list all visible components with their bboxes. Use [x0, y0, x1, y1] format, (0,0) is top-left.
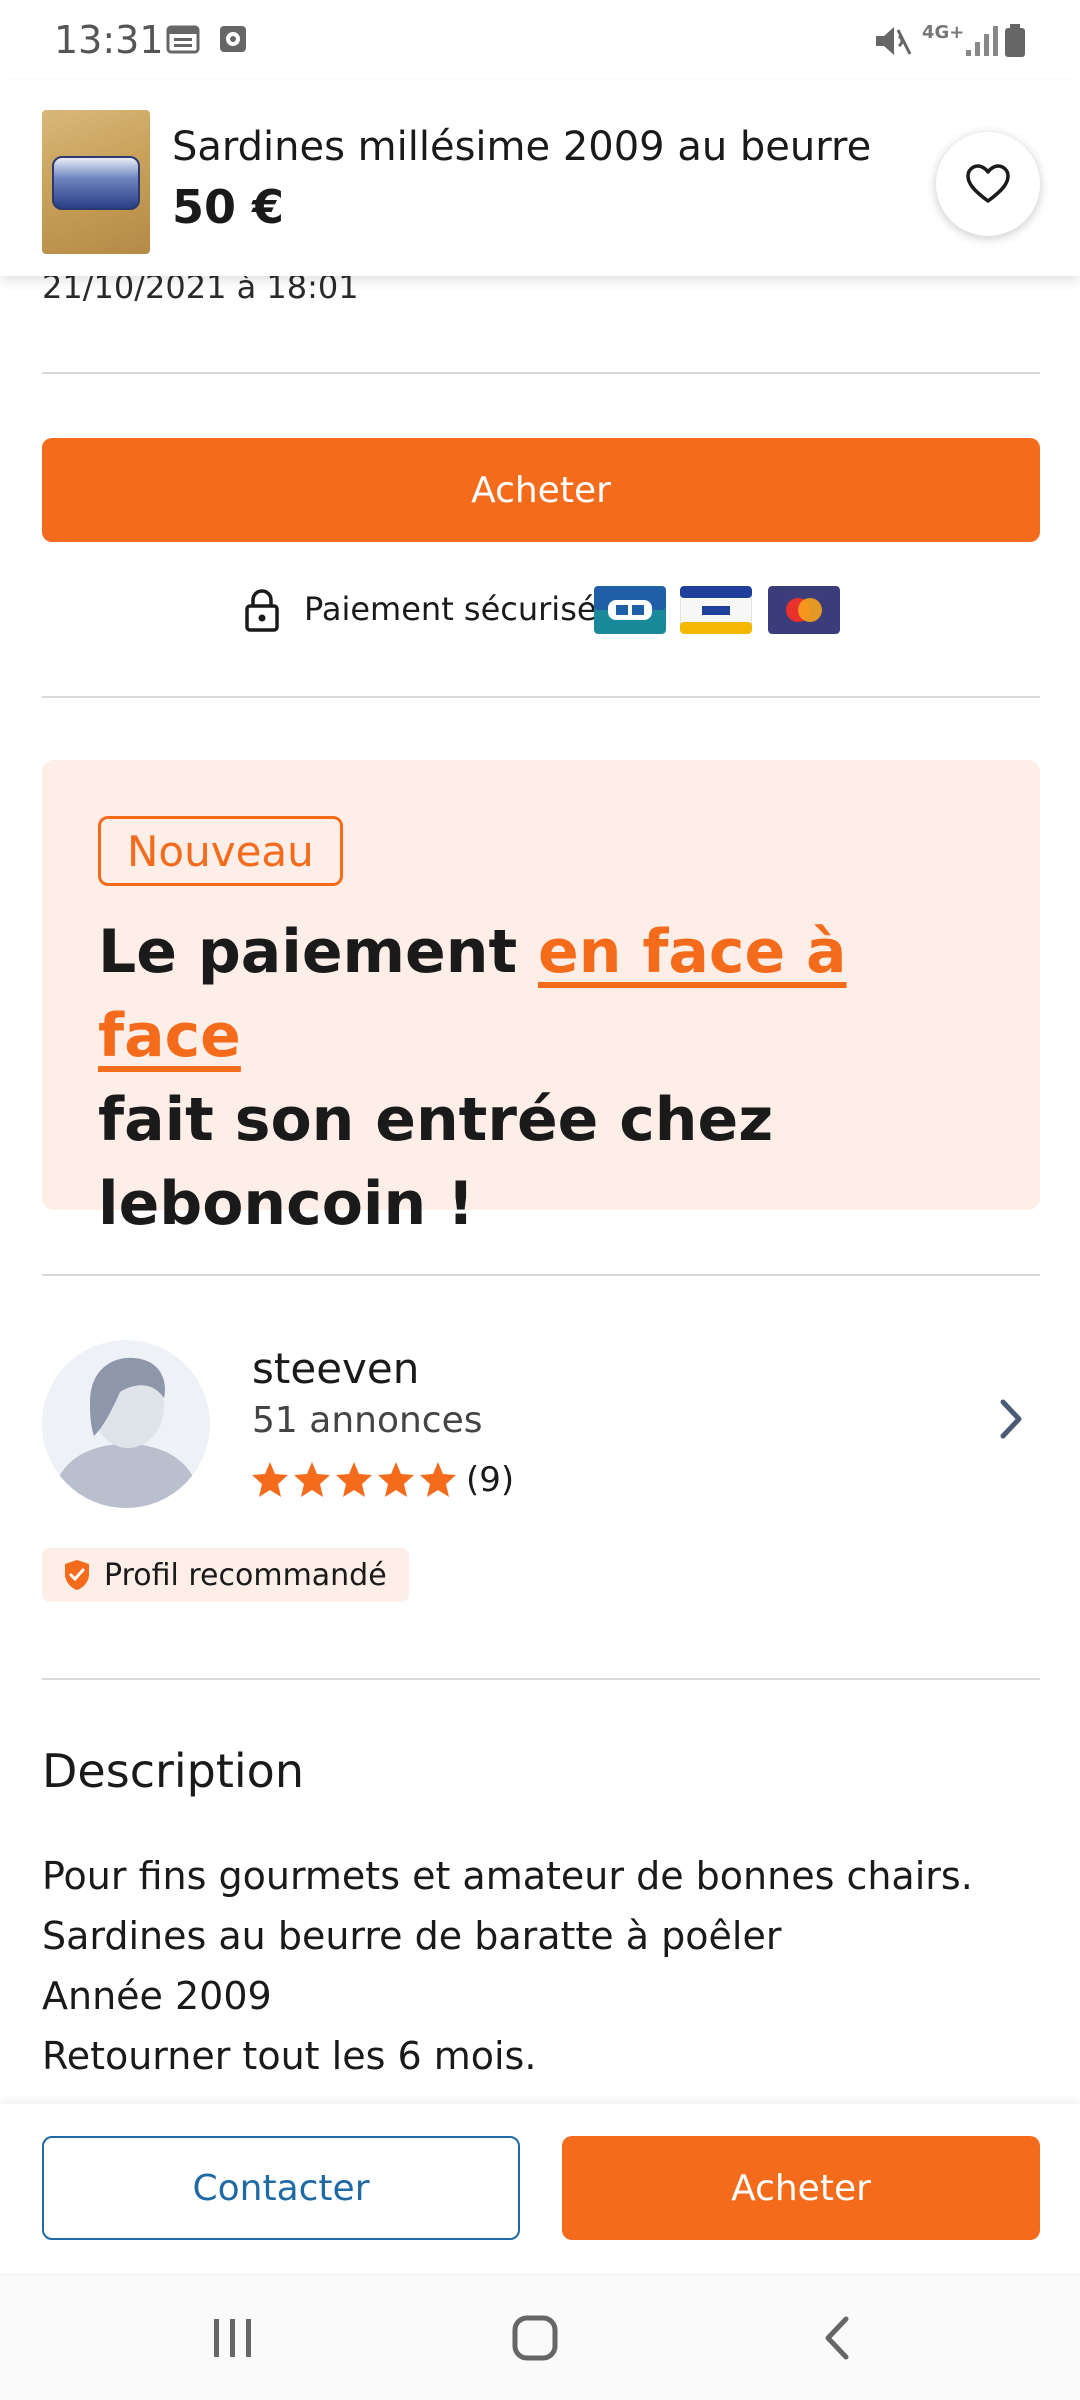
description-line: Sardines au beurre de baratte à poêler [42, 1914, 782, 1958]
heart-icon [966, 164, 1010, 203]
mute-icon [876, 27, 912, 55]
bottom-action-bar: Contacter Acheter [0, 2104, 1080, 2274]
divider [42, 372, 1040, 374]
listing-header: Sardines millésime 2009 au beurre 50 € [0, 80, 1080, 276]
clock-app-icon [220, 26, 246, 52]
divider [42, 1678, 1040, 1680]
mastercard-card-icon [768, 586, 840, 634]
recent-apps-icon[interactable] [206, 2313, 260, 2363]
promo-headline: Le paiement en face à face fait son entr… [98, 910, 998, 1246]
chevron-right-icon[interactable] [998, 1398, 1024, 1440]
avatar [42, 1340, 210, 1508]
description-title: Description [42, 1744, 304, 1798]
sardine-tin-image [52, 156, 140, 210]
signal-icon [966, 26, 998, 56]
promo-headline-prefix: Le paiement [98, 917, 539, 987]
battery-icon [1005, 24, 1025, 57]
lock-icon [245, 589, 279, 632]
buy-button[interactable]: Acheter [42, 438, 1040, 542]
new-badge: Nouveau [98, 816, 343, 886]
seller-name[interactable]: steeven [252, 1344, 419, 1393]
status-bar: 13:31 4G+ [0, 0, 1080, 80]
recommended-profile-label: Profil recommandé [104, 1557, 387, 1593]
seller-ads-count: 51 annonces [252, 1400, 483, 1441]
buy-bottom-button[interactable]: Acheter [562, 2136, 1040, 2240]
system-navigation-bar [0, 2274, 1080, 2400]
promo-banner[interactable]: Nouveau Le paiement en face à face fait … [42, 760, 1040, 1239]
default-avatar-icon [54, 1357, 198, 1508]
description-line: Retourner tout les 6 mois. [42, 2034, 537, 2078]
star-rating-icon [252, 1462, 456, 1497]
description-line: Pour fins gourmets et amateur de bonnes … [42, 1854, 973, 1898]
description-line: Année 2009 [42, 1974, 272, 2018]
divider [42, 1274, 1040, 1276]
shield-check-icon [65, 1560, 89, 1590]
favorite-button[interactable] [936, 132, 1040, 236]
listing-price: 50 € [172, 180, 285, 234]
status-time: 13:31 [54, 18, 164, 62]
seller-rating: (9) [250, 1458, 514, 1502]
contact-button[interactable]: Contacter [42, 2136, 520, 2240]
secure-payment-row: Paiement sécurisé [0, 580, 1080, 640]
back-icon[interactable] [816, 2313, 856, 2363]
cb-card-icon [594, 586, 666, 634]
recommended-profile-badge: Profil recommandé [42, 1548, 409, 1602]
seller-reviews-count: (9) [466, 1460, 515, 1500]
promo-headline-line2: fait son entrée chez [98, 1085, 774, 1155]
visa-card-icon [680, 586, 752, 634]
home-icon[interactable] [510, 2313, 560, 2363]
divider [42, 696, 1040, 698]
listing-thumbnail[interactable] [42, 110, 150, 254]
promo-headline-line3: leboncoin ! [98, 1169, 475, 1239]
calendar-icon [166, 25, 200, 54]
secure-payment-label: Paiement sécurisé [304, 590, 597, 628]
listing-title: Sardines millésime 2009 au beurre [172, 124, 872, 170]
network-type: 4G+ [922, 22, 965, 43]
